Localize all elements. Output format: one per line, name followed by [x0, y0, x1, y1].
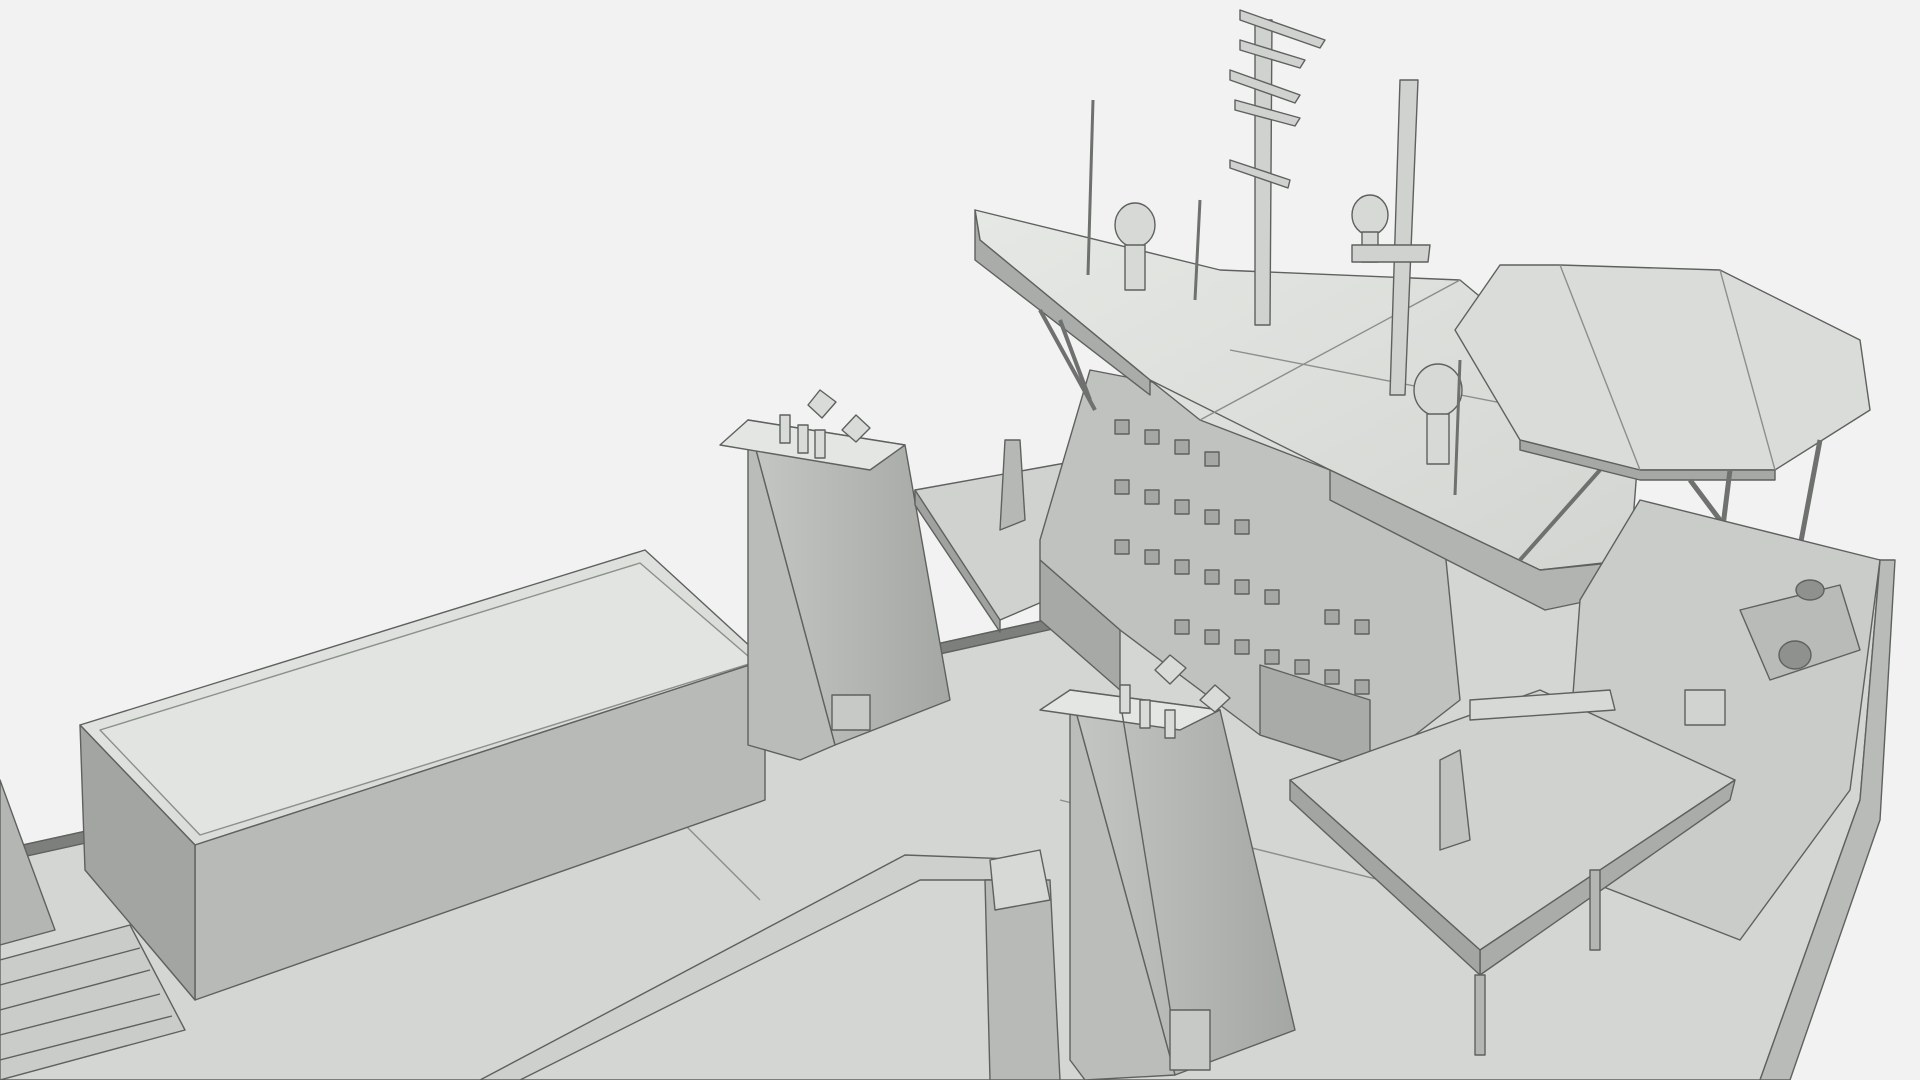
ship-model-render: [0, 0, 1920, 1080]
